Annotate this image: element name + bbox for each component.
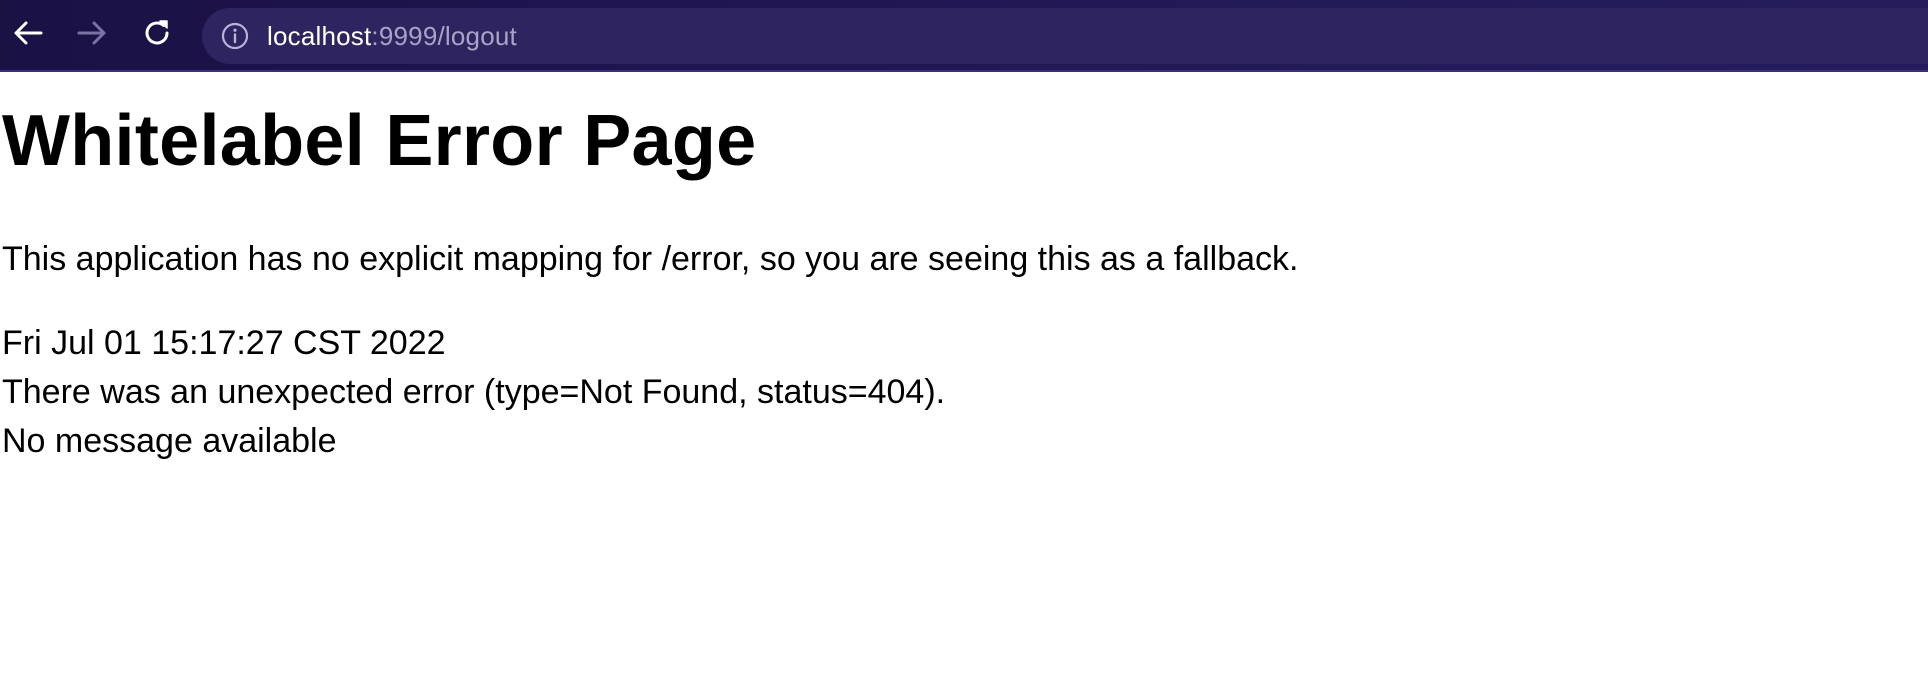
- forward-arrow-icon[interactable]: [75, 16, 109, 50]
- url-host: localhost: [267, 20, 372, 51]
- error-message: No message available: [2, 422, 337, 460]
- address-bar[interactable]: localhost:9999/logout: [202, 8, 1928, 64]
- reload-icon[interactable]: [140, 16, 174, 50]
- error-timestamp: Fri Jul 01 15:17:27 CST 2022: [2, 324, 446, 362]
- info-icon[interactable]: [221, 22, 249, 50]
- url-text[interactable]: localhost:9999/logout: [267, 21, 517, 52]
- mapping-message: This application has no explicit mapping…: [2, 240, 1299, 278]
- url-path: :9999/logout: [371, 20, 517, 51]
- page-title: Whitelabel Error Page: [2, 101, 757, 181]
- error-description: There was an unexpected error (type=Not …: [2, 373, 946, 411]
- browser-toolbar: localhost:9999/logout: [0, 0, 1928, 72]
- back-arrow-icon[interactable]: [11, 16, 45, 50]
